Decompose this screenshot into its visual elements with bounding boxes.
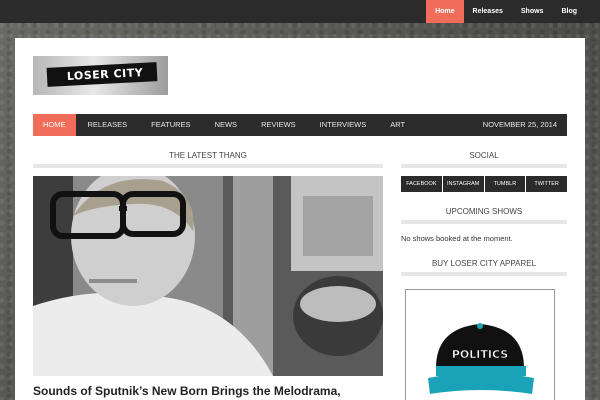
apparel-section-title: BUY LOSER CITY APPAREL <box>401 259 567 276</box>
apparel-product-image[interactable]: POLITICS <box>405 289 555 400</box>
top-nav-releases[interactable]: Releases <box>464 0 512 23</box>
snapback-cap-image: POLITICS <box>428 323 534 394</box>
social-links: FACEBOOK INSTAGRAM TUMBLR TWITTER <box>401 176 567 192</box>
instagram-link[interactable]: INSTAGRAM <box>442 176 484 192</box>
featured-post-image[interactable] <box>33 176 383 376</box>
top-nav: Home Releases Shows Blog <box>426 0 586 23</box>
current-date: NOVEMBER 25, 2014 <box>482 120 557 129</box>
top-bar: Home Releases Shows Blog <box>0 0 600 23</box>
twitter-link[interactable]: TWITTER <box>526 176 567 192</box>
nav-releases[interactable]: RELEASES <box>76 114 140 136</box>
nav-reviews[interactable]: REVIEWS <box>249 114 308 136</box>
nav-news[interactable]: NEWS <box>203 114 250 136</box>
featured-photo <box>33 176 383 376</box>
nav-home[interactable]: HOME <box>33 114 76 136</box>
main-nav: HOME RELEASES FEATURES NEWS REVIEWS INTE… <box>33 114 567 136</box>
top-nav-blog[interactable]: Blog <box>552 0 586 23</box>
site-logo[interactable]: LOSER CITY <box>33 56 168 95</box>
latest-section-title: THE LATEST THANG <box>33 151 383 168</box>
featured-post-title[interactable]: Sounds of Sputnik’s New Born Brings the … <box>33 384 393 398</box>
tumblr-link[interactable]: TUMBLR <box>484 176 526 192</box>
no-shows-text: No shows booked at the moment. <box>401 234 513 243</box>
social-section-title: SOCIAL <box>401 151 567 168</box>
facebook-link[interactable]: FACEBOOK <box>401 176 442 192</box>
nav-art[interactable]: ART <box>378 114 417 136</box>
content-container: LOSER CITY HOME RELEASES FEATURES NEWS R… <box>15 38 585 400</box>
cap-text: POLITICS <box>452 348 508 361</box>
nav-features[interactable]: FEATURES <box>139 114 202 136</box>
upcoming-shows-title: UPCOMING SHOWS <box>401 207 567 224</box>
nav-interviews[interactable]: INTERVIEWS <box>308 114 379 136</box>
top-nav-shows[interactable]: Shows <box>512 0 553 23</box>
top-nav-home[interactable]: Home <box>426 0 464 23</box>
